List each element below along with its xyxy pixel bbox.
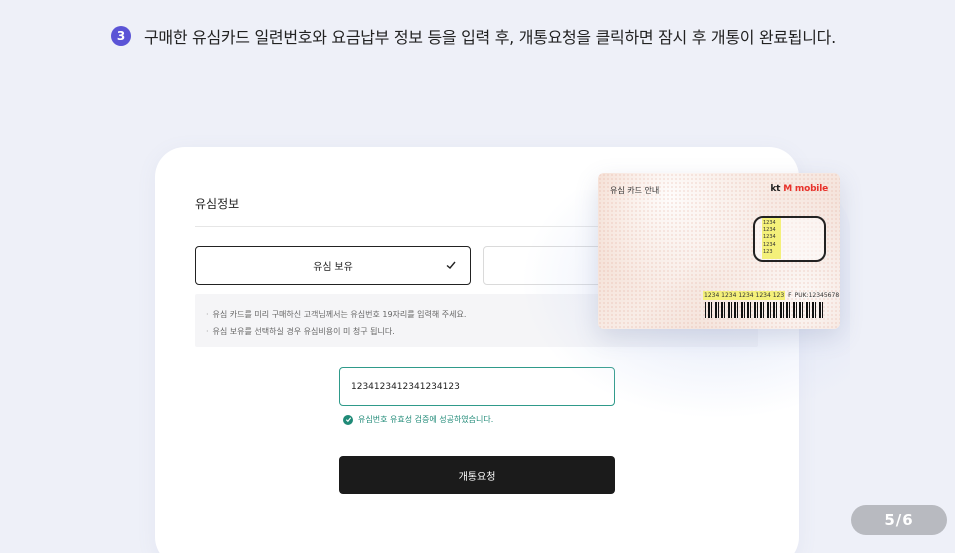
barcode: [705, 302, 825, 318]
section-title: 유심정보: [195, 197, 240, 211]
chip-number: 1234: [763, 220, 776, 226]
chip-number: 1234: [763, 241, 776, 248]
instruction-step: 3 구매한 유심카드 일련번호와 요금납부 정보 등을 입력 후, 개통요청을 …: [111, 24, 836, 48]
sim-serial-suffix: F: [788, 292, 792, 299]
check-icon: [446, 261, 456, 269]
validation-message: 유심번호 유효성 검증에 성공하였습니다.: [343, 414, 493, 425]
instruction-text: 구매한 유심카드 일련번호와 요금납부 정보 등을 입력 후, 개통요청을 클릭…: [144, 28, 836, 47]
activation-request-button[interactable]: 개통요청: [339, 456, 615, 494]
step-number-badge: 3: [111, 26, 131, 46]
check-circle-icon: [343, 414, 353, 425]
sim-card-illustration: 유심 카드 안내 kt M mobile 1234 1234 1234 1234…: [598, 173, 840, 329]
chip-number: 1234: [763, 234, 776, 241]
usim-have-option-button[interactable]: 유심 보유: [195, 246, 471, 285]
sim-serial-strip: 1234 1234 1234 1234 123 F PUK:12345678: [703, 291, 839, 300]
brand-mobile: M mobile: [783, 184, 828, 194]
brand-logo: kt M mobile: [770, 184, 828, 194]
sim-puk: PUK:12345678: [794, 292, 840, 299]
chip-number: 1234: [763, 227, 776, 234]
page-indicator: 5/6: [851, 505, 947, 535]
sim-serial-number: 1234 1234 1234 1234 123: [703, 291, 786, 300]
chip-numbers: 1234 1234 1234 1234 123: [762, 218, 781, 259]
validation-text: 유심번호 유효성 검증에 성공하였습니다.: [358, 415, 494, 424]
brand-kt: kt: [770, 184, 781, 194]
chip-number: 123: [763, 248, 773, 255]
usim-have-option-label: 유심 보유: [313, 262, 353, 273]
sim-card-title: 유심 카드 안내: [610, 186, 660, 195]
